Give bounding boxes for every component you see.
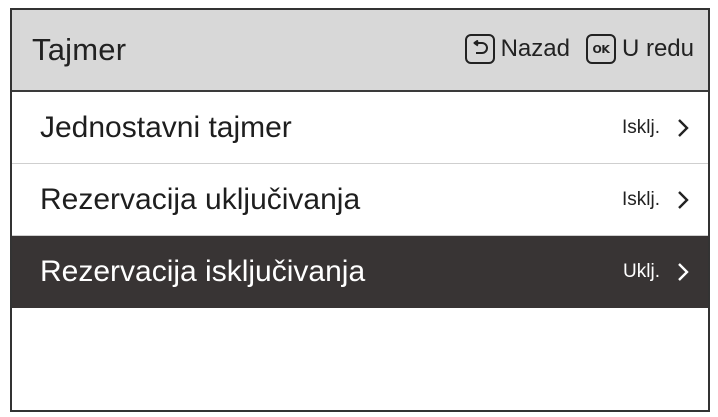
back-arrow-icon — [464, 34, 495, 64]
header-actions: Nazad OK U redu — [464, 34, 694, 64]
menu-item-label: Rezervacija isključivanja — [40, 255, 366, 288]
menu-item-simple-timer[interactable]: Jednostavni tajmer Isklj. — [12, 92, 708, 164]
menu-item-power-off-reservation[interactable]: Rezervacija isključivanja Uklj. — [12, 236, 708, 308]
ok-button[interactable]: OK U redu — [585, 34, 694, 64]
menu-item-status: Uklj. — [623, 261, 660, 282]
ok-label: U redu — [621, 35, 694, 62]
menu-item-label: Rezervacija uključivanja — [40, 182, 361, 216]
menu-item-power-on-reservation[interactable]: Rezervacija uključivanja Isklj. — [12, 164, 708, 236]
page-title: Tajmer — [32, 32, 127, 67]
back-button[interactable]: Nazad — [464, 34, 570, 64]
chevron-right-icon — [678, 263, 689, 281]
menu-item-label: Jednostavni tajmer — [40, 110, 292, 144]
chevron-right-icon — [678, 190, 689, 209]
menu-item-status: Isklj. — [622, 116, 660, 138]
ok-key-text: OK — [592, 42, 610, 56]
back-label: Nazad — [500, 35, 570, 62]
timer-screen: Tajmer Nazad OK U redu Jednostavni tajme… — [10, 8, 710, 412]
menu-item-status: Isklj. — [622, 188, 660, 210]
ok-key-icon: OK — [585, 34, 616, 64]
chevron-right-icon — [678, 118, 689, 137]
timer-menu: Jednostavni tajmer Isklj. Rezervacija uk… — [12, 92, 708, 308]
header-bar: Tajmer Nazad OK U redu — [12, 10, 708, 92]
